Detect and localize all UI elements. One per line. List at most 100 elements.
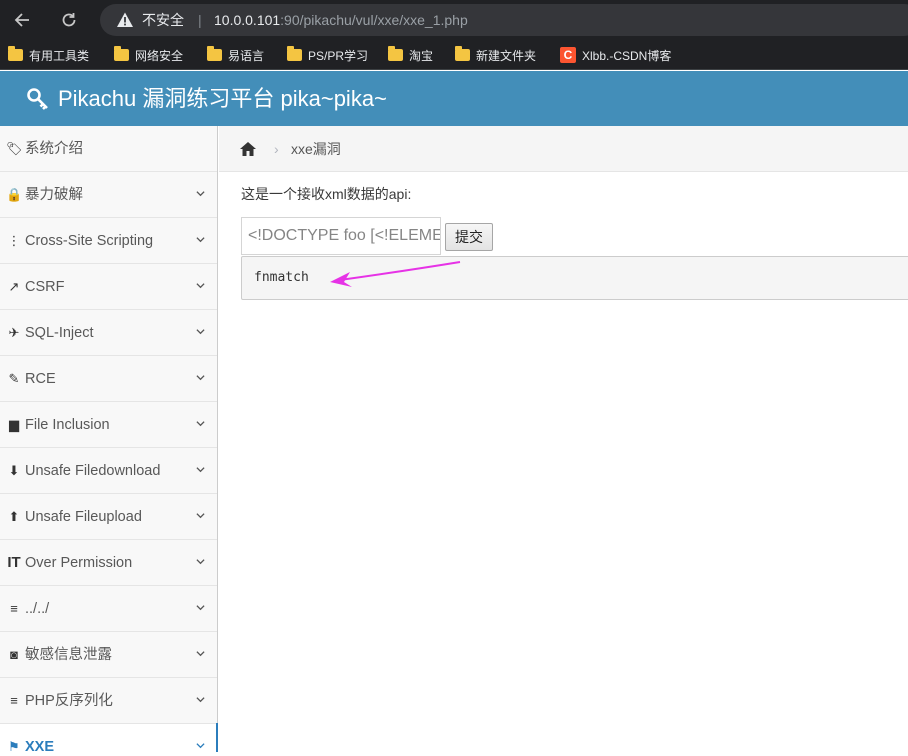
sidebar-item-label: 敏感信息泄露 <box>25 647 112 663</box>
chevron-down-icon <box>196 605 205 611</box>
text-height-icon: IT <box>7 554 21 571</box>
chevron-down-icon <box>196 743 205 749</box>
url-path: :90/pikachu/vul/xxe/xxe_1.php <box>280 12 468 28</box>
folder-icon <box>455 46 470 61</box>
sidebar-item-filedownload[interactable]: ⬇ Unsafe Filedownload <box>0 448 217 494</box>
chevron-down-icon <box>196 559 205 565</box>
share-icon: ↗ <box>8 279 20 294</box>
sidebar-item-over-permission[interactable]: IT Over Permission <box>0 540 217 586</box>
sidebar-item-csrf[interactable]: ↗ CSRF <box>0 264 217 310</box>
sidebar-item-xss[interactable]: ⋮ Cross-Site Scripting <box>0 218 217 264</box>
indent-icon: ⋮ <box>7 233 21 248</box>
chevron-down-icon <box>196 191 205 197</box>
result-text: fnmatch <box>254 270 309 285</box>
sidebar: 🏷 系统介绍 🔒 暴力破解 ⋮ Cross-Site Scripting ↗ C… <box>0 126 218 755</box>
sidebar-item-label: Unsafe Filedownload <box>25 463 161 479</box>
bookmarks-bar: 有用工具类 网络安全 易语言 PS/PR学习 淘宝 新建文件夹 C Xlbb.-… <box>0 40 908 70</box>
bookmark-newfolder[interactable]: 新建文件夹 <box>455 46 536 64</box>
align-left-icon: ≡ <box>10 601 18 616</box>
bookmark-label: 淘宝 <box>409 48 434 63</box>
sidebar-item-label: Over Permission <box>25 555 133 571</box>
bookmark-csdn[interactable]: C Xlbb.-CSDN博客 <box>560 46 671 64</box>
chevron-down-icon <box>196 513 205 519</box>
folder-icon <box>207 46 222 61</box>
bookmark-taobao[interactable]: 淘宝 <box>388 46 433 64</box>
csdn-icon: C <box>560 47 576 63</box>
chevron-down-icon <box>196 697 205 703</box>
security-status: 不安全 <box>142 12 184 28</box>
xml-input[interactable]: <!DOCTYPE foo [<!ELEMENT <box>241 217 441 255</box>
sidebar-item-label: Unsafe Fileupload <box>25 509 142 525</box>
sidebar-item-label: RCE <box>25 371 56 387</box>
flag-icon: ⚑ <box>8 739 20 754</box>
sidebar-item-label: SQL-Inject <box>25 325 94 341</box>
sidebar-item-bruteforce[interactable]: 🔒 暴力破解 <box>0 172 217 218</box>
reload-icon <box>62 13 76 27</box>
breadcrumb-current: xxe漏洞 <box>291 141 341 157</box>
pencil-icon: ✎ <box>8 371 20 386</box>
reload-button[interactable] <box>55 6 83 34</box>
sidebar-item-rce[interactable]: ✎ RCE <box>0 356 217 402</box>
home-icon[interactable] <box>239 141 257 157</box>
url-separator: | <box>198 12 202 28</box>
bookmark-tools[interactable]: 有用工具类 <box>8 46 89 64</box>
sidebar-item-xxe[interactable]: ⚑ XXE <box>0 724 217 755</box>
sidebar-item-php-unserialize[interactable]: ≡ PHP反序列化 <box>0 678 217 724</box>
breadcrumb-separator: › <box>274 141 279 157</box>
file-icon: ▆ <box>9 417 19 432</box>
sidebar-item-info-leak[interactable]: ◙ 敏感信息泄露 <box>0 632 217 678</box>
lock-icon: 🔒 <box>6 187 23 202</box>
annotation-arrow-icon <box>330 261 461 287</box>
sidebar-item-file-inclusion[interactable]: ▆ File Inclusion <box>0 402 217 448</box>
page-header: Pikachu 漏洞练习平台 pika~pika~ <box>0 71 908 126</box>
back-arrow-icon <box>14 13 29 27</box>
align-left-icon: ≡ <box>10 693 18 708</box>
folder-icon <box>287 46 302 61</box>
chevron-down-icon <box>196 651 205 657</box>
sidebar-item-label: CSRF <box>25 279 65 295</box>
bookmark-label: 易语言 <box>228 48 265 63</box>
url-host: 10.0.0.101 <box>214 12 281 28</box>
plane-icon: ✈ <box>8 325 20 340</box>
chevron-down-icon <box>196 375 205 381</box>
bookmark-label: Xlbb.-CSDN博客 <box>582 48 672 63</box>
key-icon <box>27 88 48 110</box>
bookmark-netsec[interactable]: 网络安全 <box>114 46 183 64</box>
upload-icon: ⬆ <box>8 509 20 524</box>
camera-icon: ◙ <box>10 647 18 662</box>
sidebar-item-label: XXE <box>25 739 55 755</box>
bookmark-label: 新建文件夹 <box>476 48 537 63</box>
chevron-down-icon <box>196 467 205 473</box>
tags-icon: 🏷 <box>6 141 23 156</box>
bookmark-eyuyan[interactable]: 易语言 <box>207 46 264 64</box>
sidebar-item-fileupload[interactable]: ⬆ Unsafe Fileupload <box>0 494 217 540</box>
chevron-down-icon <box>196 329 205 335</box>
app-title[interactable]: Pikachu 漏洞练习平台 pika~pika~ <box>58 85 387 113</box>
submit-button[interactable]: 提交 <box>445 223 493 251</box>
sidebar-item-intro[interactable]: 🏷 系统介绍 <box>0 126 217 172</box>
download-icon: ⬇ <box>8 463 20 478</box>
sidebar-item-label: ../../ <box>25 601 50 617</box>
url-text: 10.0.0.101:90/pikachu/vul/xxe/xxe_1.php <box>214 11 468 29</box>
sidebar-item-label: Cross-Site Scripting <box>25 233 154 249</box>
warning-icon <box>117 12 133 27</box>
browser-toolbar: 不安全 | 10.0.0.101:90/pikachu/vul/xxe/xxe_… <box>0 0 908 40</box>
bookmark-label: 网络安全 <box>135 48 184 63</box>
chevron-down-icon <box>196 237 205 243</box>
breadcrumb: › xxe漏洞 <box>219 126 908 172</box>
active-indicator <box>216 723 218 752</box>
chevron-down-icon <box>196 421 205 427</box>
bookmark-pspr[interactable]: PS/PR学习 <box>287 46 368 64</box>
sidebar-item-label: 暴力破解 <box>25 187 83 203</box>
bookmark-label: 有用工具类 <box>29 48 90 63</box>
back-button[interactable] <box>8 6 36 34</box>
sidebar-item-label: PHP反序列化 <box>25 693 113 709</box>
sidebar-item-label: File Inclusion <box>25 417 110 433</box>
folder-icon <box>388 46 403 61</box>
address-bar[interactable]: 不安全 | 10.0.0.101:90/pikachu/vul/xxe/xxe_… <box>100 4 908 36</box>
sidebar-item-label: 系统介绍 <box>25 141 83 157</box>
sidebar-item-sqli[interactable]: ✈ SQL-Inject <box>0 310 217 356</box>
sidebar-item-dir-traversal[interactable]: ≡ ../../ <box>0 586 217 632</box>
folder-icon <box>8 46 23 61</box>
folder-icon <box>114 46 129 61</box>
